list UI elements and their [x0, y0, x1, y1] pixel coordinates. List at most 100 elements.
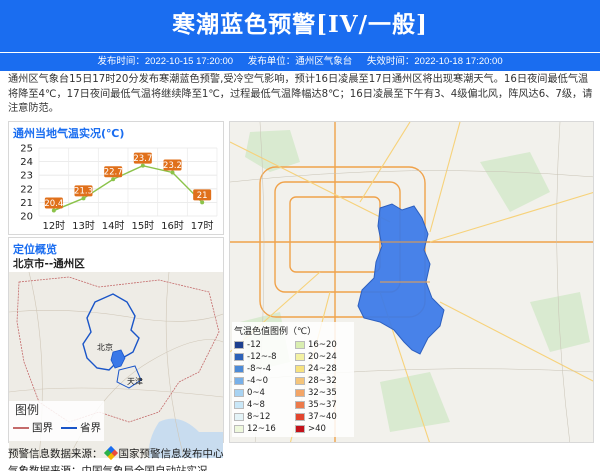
color-legend-item: 12~16 [234, 423, 291, 435]
color-legend-label: 8~12 [247, 412, 271, 422]
color-legend-label: 35~37 [308, 400, 337, 410]
color-swatch [295, 401, 305, 409]
x-tick-label: 12时 [42, 220, 65, 232]
color-legend-label: -12~-8 [247, 352, 277, 362]
color-legend-label: 37~40 [308, 412, 337, 422]
source-logo-icon [103, 445, 118, 461]
map-label-tianjin: 天津 [127, 376, 143, 386]
expire-time: 失效时间：2022-10-18 17:20:00 [366, 56, 503, 67]
footer-source-label: 预警信息数据来源： [8, 448, 103, 460]
color-legend-item: 35~37 [295, 399, 352, 411]
footer-source-name[interactable]: 国家预警信息发布中心 [119, 448, 224, 460]
color-legend-item: 16~20 [295, 339, 352, 351]
country-border-swatch [13, 426, 29, 429]
y-tick-label: 24 [20, 157, 33, 168]
color-legend-item: 28~32 [295, 375, 352, 387]
color-legend-item: -12 [234, 339, 291, 351]
color-legend-title: 气温色值图例（℃） [234, 327, 317, 337]
color-legend-label: -8~-4 [247, 364, 272, 374]
temperature-point [170, 170, 175, 175]
color-swatch [234, 377, 244, 385]
map-label-beijing: 北京 [97, 342, 113, 352]
location-legend: 图例 国界 省界 [9, 401, 104, 441]
color-swatch [234, 401, 244, 409]
location-panel-title: 定位概览 [13, 243, 57, 256]
color-swatch [234, 425, 244, 433]
color-legend-label: -4~0 [247, 376, 269, 386]
warning-description: 通州区气象台15日17时20分发布寒潮蓝色预警,受冷空气影响，预计16日凌晨至1… [8, 74, 593, 114]
x-tick-label: 13时 [72, 220, 95, 232]
temperature-point [81, 196, 86, 201]
color-swatch [295, 341, 305, 349]
x-tick-label: 15时 [131, 220, 154, 232]
publish-time: 发布时间：2022-10-15 17:20:00 [97, 56, 234, 67]
color-legend-label: 20~24 [308, 352, 337, 362]
color-legend-item: 24~28 [295, 363, 352, 375]
temperature-panel: 通州当地气温实况(℃) 25 24 23 22 21 20 20.4 12时 21.3 13时 22… [8, 121, 224, 235]
color-legend-label: 32~35 [308, 388, 337, 398]
province-border-swatch [61, 426, 77, 429]
color-swatch [295, 413, 305, 421]
color-legend-label: 0~4 [247, 388, 265, 398]
y-tick-label: 25 [20, 144, 33, 155]
x-tick-label: 17时 [191, 220, 214, 232]
temperature-point [111, 177, 116, 182]
temperature-chart: 25 24 23 22 21 20 20.4 12时 21.3 13时 22.7 14时 23.7 15时… [20, 144, 218, 232]
color-legend-item: 4~8 [234, 399, 291, 411]
color-swatch [234, 413, 244, 421]
temperature-color-legend: 气温色值图例（℃） -12 16~20 -12~-8 20~24 -8~-4 24~28-… [232, 322, 354, 437]
footer-observation: 气象数据来源：中国气象局全国自动站实况 [8, 465, 208, 471]
legend-country-label: 国界 [32, 422, 53, 434]
color-legend-label: 4~8 [247, 400, 265, 410]
color-legend-label: 12~16 [247, 424, 276, 434]
x-tick-label: 16时 [161, 220, 184, 232]
warning-meta-bar: 发布时间：2022-10-15 17:20:00 发布单位：通州区气象台 失效时… [0, 53, 600, 71]
color-legend-item: >40 [295, 423, 352, 435]
location-panel: 定位概览 北京市--通州区 北京 天津 图例 国界 省界 [8, 237, 224, 458]
color-swatch [234, 389, 244, 397]
data-label: 21.3 [74, 187, 93, 197]
color-legend-item: -12~-8 [234, 351, 291, 363]
color-swatch [234, 353, 244, 361]
color-swatch [295, 353, 305, 361]
detail-map-panel: 气温色值图例（℃） -12 16~20 -12~-8 20~24 -8~-4 24~28-… [229, 121, 594, 443]
location-subtitle: 北京市--通州区 [13, 258, 85, 270]
y-tick-label: 20 [20, 212, 33, 223]
warning-header: 寒潮蓝色预警[IV/一般] [0, 0, 600, 52]
color-legend-item: -8~-4 [234, 363, 291, 375]
color-legend-item: -4~0 [234, 375, 291, 387]
color-swatch [234, 341, 244, 349]
data-label: 21 [197, 191, 208, 201]
color-swatch [295, 377, 305, 385]
warning-title: 寒潮蓝色预警[IV/一般] [172, 11, 428, 38]
temperature-point [200, 200, 205, 205]
color-swatch [295, 389, 305, 397]
temperature-point [51, 208, 56, 213]
data-label: 23.7 [133, 154, 152, 164]
footer-source: 预警信息数据来源： 国家预警信息发布中心 [8, 445, 224, 461]
x-tick-label: 14时 [102, 220, 125, 232]
color-legend-item: 20~24 [295, 351, 352, 363]
temperature-point [140, 163, 145, 168]
color-legend-label: 24~28 [308, 364, 337, 374]
data-label: 22.7 [104, 168, 123, 178]
color-legend-label: >40 [308, 424, 326, 434]
color-legend-item: 37~40 [295, 411, 352, 423]
y-tick-label: 21 [20, 198, 33, 209]
data-label: 20.4 [44, 199, 63, 209]
color-legend-item: 8~12 [234, 411, 291, 423]
color-legend-item: 0~4 [234, 387, 291, 399]
color-legend-label: 28~32 [308, 376, 337, 386]
publisher: 发布单位：通州区气象台 [247, 56, 353, 67]
color-legend-item: 32~35 [295, 387, 352, 399]
color-legend-label: 16~20 [308, 340, 337, 350]
y-tick-label: 23 [20, 171, 33, 182]
y-tick-label: 22 [20, 184, 33, 195]
color-legend-grid: -12 16~20 -12~-8 20~24 -8~-4 24~28 -4~0 28~32 0~… [234, 339, 352, 435]
color-swatch [234, 365, 244, 373]
color-swatch [295, 425, 305, 433]
color-swatch [295, 365, 305, 373]
data-label: 23.2 [163, 161, 182, 171]
legend-province-label: 省界 [80, 422, 101, 434]
legend-title: 图例 [15, 403, 40, 417]
